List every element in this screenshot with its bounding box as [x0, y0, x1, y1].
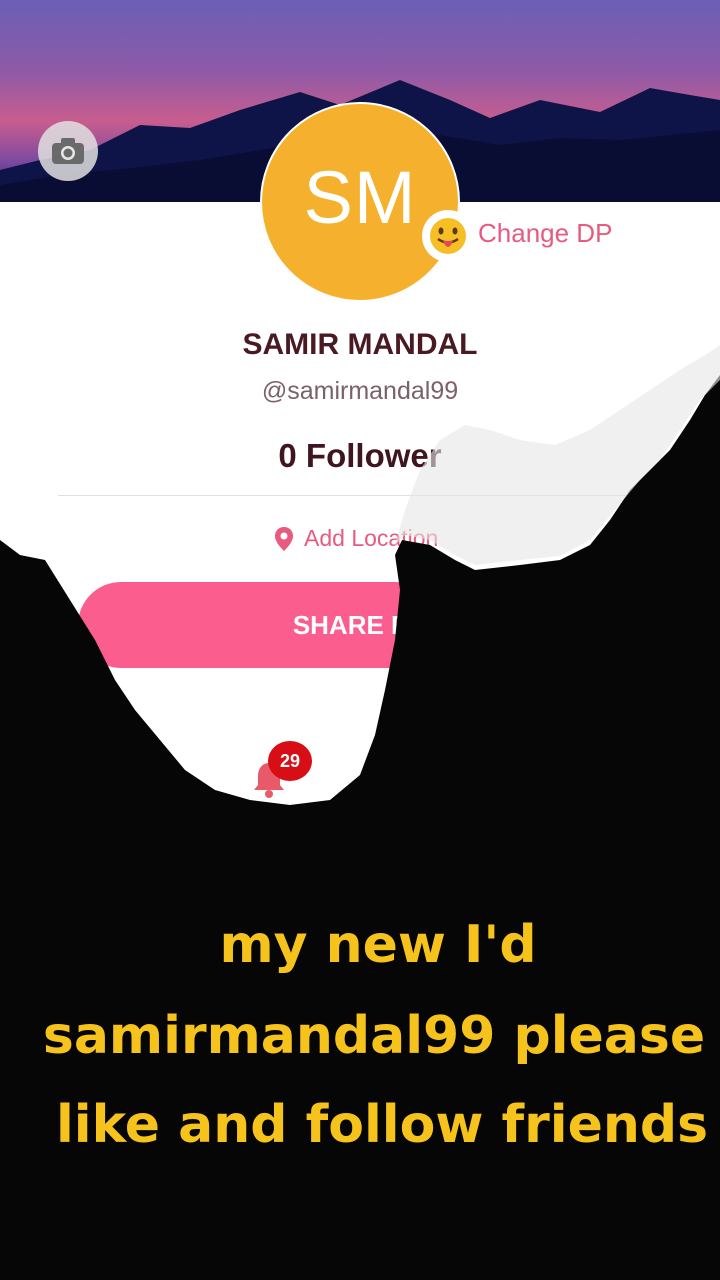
camera-icon [52, 138, 84, 164]
change-dp-link[interactable]: Change DP [478, 218, 612, 249]
caption-line-3: like and follow friends [55, 1095, 709, 1155]
notification-count-badge: 29 [268, 741, 312, 781]
location-pin-icon [275, 526, 293, 551]
avatar[interactable]: SM [260, 102, 460, 302]
caption-line-2: samirmandal99 please [42, 1006, 706, 1066]
add-location-link[interactable]: Add Location [274, 525, 438, 552]
avatar-initials: SM [303, 155, 417, 239]
profile-handle: @samirmandal99 [261, 377, 459, 405]
tongue-out-emoji-icon [430, 218, 466, 254]
profile-name: SAMIR MANDAL [242, 328, 478, 361]
share-profile-button[interactable]: SHARE PR [78, 582, 642, 668]
profile-screen: SM Change DP SAMIR MANDAL @samirmandal99… [0, 0, 720, 1280]
change-cover-button[interactable] [38, 121, 98, 181]
caption-line-1: my new I'd [219, 915, 537, 975]
change-dp-emoji-button[interactable] [422, 210, 474, 262]
divider [58, 495, 662, 496]
follower-count[interactable]: 0 Follower [0, 437, 720, 475]
add-location-label: Add Location [304, 525, 439, 551]
